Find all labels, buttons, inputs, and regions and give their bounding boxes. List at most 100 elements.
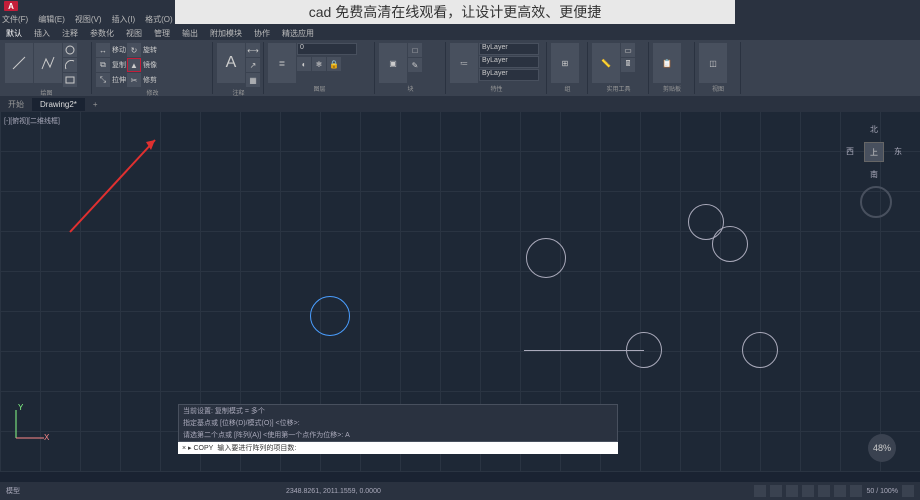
- menu-edit[interactable]: 编辑(E): [38, 14, 65, 25]
- ribbon-panel-block: ▣ □ ✎ 块: [376, 42, 446, 94]
- command-prompt: × ▸ COPY: [182, 444, 213, 452]
- ribbon-tab-parametric[interactable]: 参数化: [90, 28, 114, 39]
- base-view-button[interactable]: ◫: [699, 43, 727, 83]
- trim-label: 修剪: [143, 75, 157, 85]
- ribbon-tab-view[interactable]: 视图: [126, 28, 142, 39]
- mirror-button[interactable]: ▲: [127, 58, 141, 72]
- command-text: 输入要进行阵列的项目数:: [217, 443, 296, 453]
- lineweight-toggle[interactable]: [850, 485, 862, 497]
- status-model[interactable]: 模型: [6, 486, 20, 496]
- circle-selected[interactable]: [310, 296, 350, 336]
- svg-text:X: X: [44, 433, 50, 442]
- viewcube-south[interactable]: 南: [870, 169, 878, 180]
- ribbon-panel-draw: 绘图: [2, 42, 92, 94]
- create-block-button[interactable]: □: [408, 43, 422, 57]
- status-zoom[interactable]: 50 / 100%: [866, 488, 898, 495]
- group-button[interactable]: ⊞: [551, 43, 579, 83]
- viewcube-east[interactable]: 东: [894, 146, 902, 157]
- nav-wheel[interactable]: [860, 186, 892, 218]
- cmd-history-line: 当前设置: 复制模式 = 多个: [179, 405, 617, 417]
- command-history: 当前设置: 复制模式 = 多个 指定基点或 [位移(D)/模式(O)] <位移>…: [178, 404, 618, 442]
- snap-toggle[interactable]: [754, 485, 766, 497]
- ribbon-tab-insert[interactable]: 插入: [34, 28, 50, 39]
- panel-label-utilities: 实用工具: [592, 83, 645, 93]
- line-button[interactable]: [5, 43, 33, 83]
- viewport-label[interactable]: [-][俯视][二维线框]: [4, 116, 60, 126]
- doc-tab-drawing2[interactable]: Drawing2*: [32, 98, 85, 111]
- ribbon-tabs: 默认 插入 注释 参数化 视图 管理 输出 附加模块 协作 精选应用: [0, 26, 920, 40]
- text-button[interactable]: A: [217, 43, 245, 83]
- circle-shape[interactable]: [742, 332, 778, 368]
- ortho-toggle[interactable]: [786, 485, 798, 497]
- circle-shape[interactable]: [526, 238, 566, 278]
- layer-props-button[interactable]: ≣: [268, 43, 296, 83]
- polyline-button[interactable]: [34, 43, 62, 83]
- ad-banner: cad 免费高清在线观看，让设计更高效、更便捷: [175, 0, 735, 24]
- move-button[interactable]: ↔: [96, 43, 110, 57]
- ribbon-tab-manage[interactable]: 管理: [154, 28, 170, 39]
- zoom-percent-button[interactable]: 48%: [868, 434, 896, 462]
- ribbon-tab-annotate[interactable]: 注释: [62, 28, 78, 39]
- match-props-button[interactable]: ≔: [450, 43, 478, 83]
- doc-tab-new[interactable]: +: [85, 98, 106, 111]
- command-input[interactable]: × ▸ COPY 输入要进行阵列的项目数:: [178, 442, 618, 454]
- menu-format[interactable]: 格式(O): [145, 14, 173, 25]
- viewcube[interactable]: 北 南 东 西 上: [846, 124, 902, 180]
- polar-toggle[interactable]: [802, 485, 814, 497]
- status-coords: 2348.8261, 2011.1559, 0.0000: [286, 488, 381, 495]
- viewcube-north[interactable]: 北: [870, 124, 878, 135]
- ribbon-tab-collab[interactable]: 协作: [254, 28, 270, 39]
- ribbon-tab-featured[interactable]: 精选应用: [282, 28, 314, 39]
- doc-tab-start[interactable]: 开始: [0, 97, 32, 112]
- line-shape[interactable]: [524, 350, 644, 351]
- insert-block-button[interactable]: ▣: [379, 43, 407, 83]
- panel-label-block: 块: [379, 83, 442, 93]
- statusbar: 模型 2348.8261, 2011.1559, 0.0000 50 / 100…: [0, 482, 920, 500]
- edit-block-button[interactable]: ✎: [408, 58, 422, 72]
- otrack-toggle[interactable]: [834, 485, 846, 497]
- layer-select[interactable]: 0: [297, 43, 357, 55]
- panel-label-view: 视图: [699, 83, 737, 93]
- measure-button[interactable]: 📏: [592, 43, 620, 83]
- rect-button[interactable]: [63, 73, 77, 87]
- ribbon-tab-default[interactable]: 默认: [6, 28, 22, 39]
- table-button[interactable]: ▦: [246, 73, 260, 87]
- ucs-icon: Y X: [12, 402, 52, 442]
- rotate-button[interactable]: ↻: [127, 43, 141, 57]
- layer-lock-button[interactable]: 🔒: [327, 57, 341, 71]
- lineweight-select[interactable]: ByLayer: [479, 56, 539, 68]
- grid-toggle[interactable]: [770, 485, 782, 497]
- viewcube-west[interactable]: 西: [846, 146, 854, 157]
- linetype-select[interactable]: ByLayer: [479, 69, 539, 81]
- select-button[interactable]: ▭: [621, 43, 635, 57]
- viewcube-top[interactable]: 上: [864, 142, 884, 162]
- dimension-button[interactable]: ⟷: [246, 43, 260, 57]
- mirror-label: 镜像: [143, 60, 157, 70]
- menu-view[interactable]: 视图(V): [75, 14, 102, 25]
- osnap-toggle[interactable]: [818, 485, 830, 497]
- ribbon-panel-view: ◫ 视图: [696, 42, 741, 94]
- copy-button[interactable]: ⧉: [96, 58, 110, 72]
- ribbon-tab-addins[interactable]: 附加模块: [210, 28, 242, 39]
- drawing-canvas[interactable]: [-][俯视][二维线框] 北 南 东 西 上 48% Y X 当前设置: 复制…: [0, 112, 920, 472]
- circle-shape[interactable]: [712, 226, 748, 262]
- leader-button[interactable]: ↗: [246, 58, 260, 72]
- menu-insert[interactable]: 插入(I): [112, 14, 136, 25]
- trim-button[interactable]: ✂: [127, 73, 141, 87]
- circle-button[interactable]: [63, 43, 77, 57]
- calc-button[interactable]: 🖩: [621, 58, 635, 72]
- ribbon-panel-annotation: A ⟷ ↗ ▦ 注释: [214, 42, 264, 94]
- paste-button[interactable]: 📋: [653, 43, 681, 83]
- cmd-history-line: 请选第二个点或 [阵列(A)] <使用第一个点作为位移>: A: [179, 429, 617, 441]
- stretch-button[interactable]: ⤡: [96, 73, 110, 87]
- arc-button[interactable]: [63, 58, 77, 72]
- menu-file[interactable]: 文件(F): [2, 14, 28, 25]
- customize-icon[interactable]: [902, 485, 914, 497]
- copy-label: 复制: [112, 60, 126, 70]
- ribbon-tab-output[interactable]: 输出: [182, 28, 198, 39]
- layer-freeze-button[interactable]: ❄: [312, 57, 326, 71]
- ribbon-panel-properties: ≔ ByLayer ByLayer ByLayer 特性: [447, 42, 547, 94]
- app-icon[interactable]: A: [4, 1, 18, 11]
- color-select[interactable]: ByLayer: [479, 43, 539, 55]
- layer-iso-button[interactable]: ◐: [297, 57, 311, 71]
